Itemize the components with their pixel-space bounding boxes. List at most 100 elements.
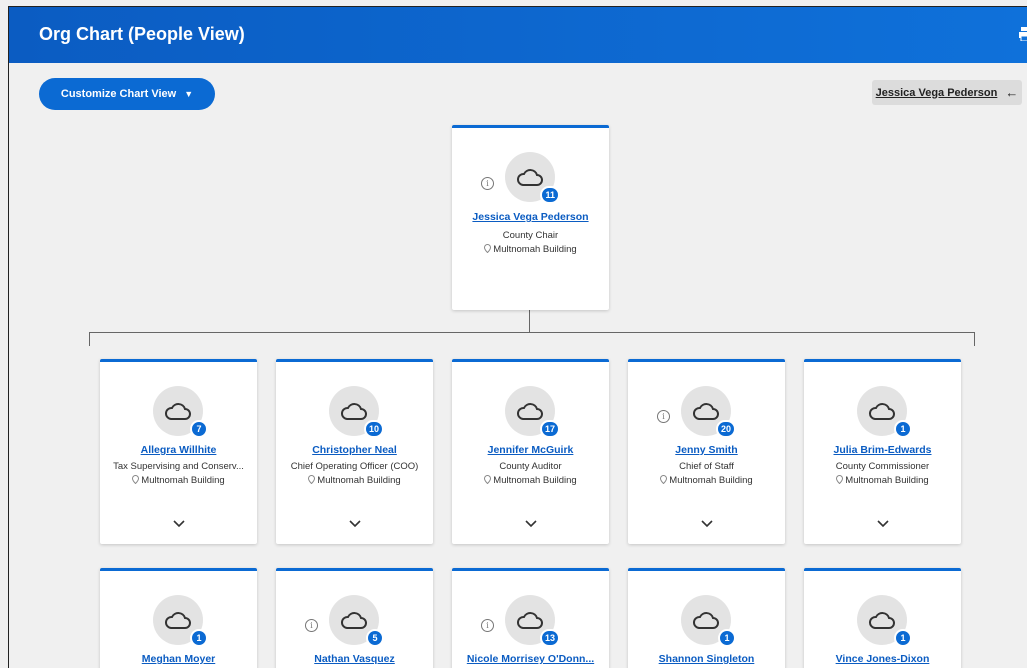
person-card[interactable]: 10 Christopher Neal Chief Operating Offi… [276, 359, 433, 544]
location-pin-icon [836, 475, 844, 484]
org-chart-window: Org Chart (People View) Customize Chart … [8, 6, 1027, 668]
person-name-link[interactable]: Nathan Vasquez [276, 653, 433, 665]
person-location: Multnomah Building [452, 244, 609, 255]
chevron-down-icon[interactable] [172, 519, 186, 529]
location-text: Multnomah Building [493, 475, 577, 486]
person-name-link[interactable]: Shannon Singleton [628, 653, 785, 665]
cloud-icon [869, 403, 895, 420]
location-text: Multnomah Building [493, 244, 577, 255]
root-connector-vertical [529, 310, 530, 332]
direct-reports-badge: 5 [366, 629, 384, 647]
location-text: Multnomah Building [317, 475, 401, 486]
customize-chart-view-label: Customize Chart View [60, 88, 177, 100]
branch-connector-left-end [89, 332, 90, 346]
person-location: Multnomah Building [452, 475, 609, 486]
direct-reports-badge: 1 [718, 629, 736, 647]
cloud-icon [341, 403, 367, 420]
chevron-down-icon[interactable] [700, 519, 714, 529]
chevron-down-icon[interactable] [348, 519, 362, 529]
avatar: 1 [153, 595, 208, 647]
info-icon[interactable]: i [305, 619, 318, 632]
current-person-link[interactable]: Jessica Vega Pederson [876, 87, 998, 99]
avatar: 5 [329, 595, 384, 647]
person-card[interactable]: 1 Meghan Moyer [100, 568, 257, 668]
person-title: County Chair [502, 230, 559, 241]
current-person-chip[interactable]: Jessica Vega Pederson ← [872, 80, 1022, 105]
direct-reports-badge: 10 [363, 420, 384, 438]
person-name-link[interactable]: Vince Jones-Dixon [804, 653, 961, 665]
customize-chart-view-button[interactable]: Customize Chart View ▼ [39, 78, 215, 110]
direct-reports-badge: 17 [539, 420, 560, 438]
person-card[interactable]: 17 Jennifer McGuirk County Auditor Multn… [452, 359, 609, 544]
person-title: County Auditor [499, 461, 562, 472]
direct-reports-badge: 13 [539, 629, 560, 647]
location-pin-icon [308, 475, 316, 484]
person-name-link[interactable]: Nicole Morrisey O'Donn... [452, 653, 609, 665]
back-arrow-icon[interactable]: ← [1005, 85, 1018, 100]
location-pin-icon [660, 475, 668, 484]
location-text: Multnomah Building [141, 475, 225, 486]
cloud-icon [693, 403, 719, 420]
cloud-icon [165, 403, 191, 420]
direct-reports-badge: 1 [894, 629, 912, 647]
cloud-icon [869, 612, 895, 629]
caret-down-icon: ▼ [184, 89, 194, 99]
person-name-link[interactable]: Christopher Neal [276, 444, 433, 456]
person-location: Multnomah Building [628, 475, 785, 486]
direct-reports-badge: 1 [894, 420, 912, 438]
branch-connector-horizontal [89, 332, 975, 333]
person-location: Multnomah Building [804, 475, 961, 486]
cloud-icon [517, 169, 543, 186]
direct-reports-badge: 11 [540, 186, 560, 204]
person-title: Chief Operating Officer (COO) [290, 461, 419, 472]
info-icon[interactable]: i [657, 410, 670, 423]
person-card[interactable]: i 13 Nicole Morrisey O'Donn... [452, 568, 609, 668]
cloud-icon [165, 612, 191, 629]
location-pin-icon [132, 475, 140, 484]
chevron-down-icon[interactable] [524, 519, 538, 529]
avatar: 11 [505, 152, 560, 204]
cloud-icon [341, 612, 367, 629]
person-name-link[interactable]: Allegra Willhite [100, 444, 257, 456]
cloud-icon [693, 612, 719, 629]
person-card[interactable]: 1 Vince Jones-Dixon [804, 568, 961, 668]
person-name-link[interactable]: Meghan Moyer [100, 653, 257, 665]
avatar: 1 [681, 595, 736, 647]
location-text: Multnomah Building [669, 475, 753, 486]
location-pin-icon [484, 244, 492, 253]
info-icon[interactable]: i [481, 177, 494, 190]
avatar: 1 [857, 386, 912, 438]
person-card[interactable]: i 5 Nathan Vasquez [276, 568, 433, 668]
cloud-icon [517, 612, 543, 629]
avatar: 7 [153, 386, 208, 438]
page-title: Org Chart (People View) [39, 24, 245, 44]
avatar: 1 [857, 595, 912, 647]
person-name-link[interactable]: Jenny Smith [628, 444, 785, 456]
person-card[interactable]: i 20 Jenny Smith Chief of Staff Multnoma… [628, 359, 785, 544]
person-name-link[interactable]: Julia Brim-Edwards [804, 444, 961, 456]
chevron-down-icon[interactable] [876, 519, 890, 529]
direct-reports-badge: 7 [190, 420, 208, 438]
person-name-link[interactable]: Jessica Vega Pederson [452, 211, 609, 223]
person-location: Multnomah Building [276, 475, 433, 486]
person-title: County Commissioner [835, 461, 930, 472]
print-icon[interactable] [1019, 27, 1027, 41]
page-header: Org Chart (People View) [9, 7, 1027, 63]
location-pin-icon [484, 475, 492, 484]
person-title: Chief of Staff [679, 461, 734, 472]
person-card[interactable]: 1 Julia Brim-Edwards County Commissioner… [804, 359, 961, 544]
info-icon[interactable]: i [481, 619, 494, 632]
cloud-icon [517, 403, 543, 420]
root-person-card[interactable]: i 11 Jessica Vega Pederson County Chair … [452, 125, 609, 310]
person-name-link[interactable]: Jennifer McGuirk [452, 444, 609, 456]
person-location: Multnomah Building [100, 475, 257, 486]
person-card[interactable]: 1 Shannon Singleton [628, 568, 785, 668]
branch-connector-right-end [974, 332, 975, 346]
avatar: 17 [505, 386, 560, 438]
direct-reports-badge: 20 [715, 420, 736, 438]
avatar: 20 [681, 386, 736, 438]
person-card[interactable]: 7 Allegra Willhite Tax Supervising and C… [100, 359, 257, 544]
avatar: 10 [329, 386, 384, 438]
direct-reports-badge: 1 [190, 629, 208, 647]
location-text: Multnomah Building [845, 475, 929, 486]
